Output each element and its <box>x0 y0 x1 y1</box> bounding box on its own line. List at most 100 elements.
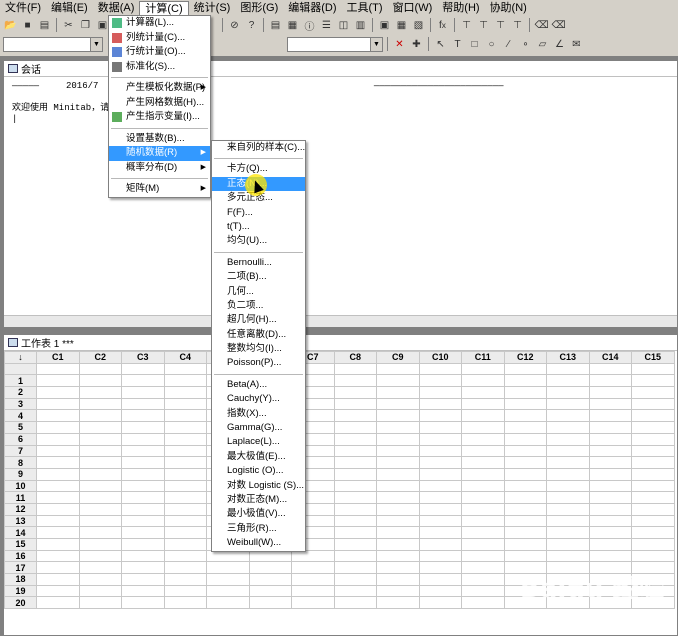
session-output[interactable]: ————— 2016/7 ———————————————————————— 欢迎… <box>4 77 677 129</box>
grid-cell[interactable] <box>546 444 590 458</box>
grid-cell[interactable] <box>461 479 505 493</box>
random-menu-item-28[interactable]: 三角形(R)... <box>212 522 305 536</box>
grid-cell[interactable] <box>206 573 250 586</box>
grid-cell[interactable] <box>503 409 547 423</box>
grid-cell[interactable] <box>461 573 505 586</box>
grid-cell[interactable] <box>78 538 122 551</box>
grid-cell[interactable] <box>461 514 505 528</box>
row-number[interactable]: 6 <box>4 432 37 446</box>
column-name-cell[interactable] <box>588 362 632 376</box>
grid-cell[interactable] <box>418 538 462 551</box>
grid-cell[interactable] <box>503 456 547 469</box>
grid-cell[interactable] <box>376 374 420 388</box>
calc-menu-item-6[interactable]: 产生网格数据(H)... <box>109 96 210 111</box>
grid-cell[interactable] <box>78 456 122 469</box>
calc-menu-item-7[interactable]: 产生指示变量(I)... <box>109 110 210 125</box>
session-horizontal-scrollbar[interactable] <box>4 315 677 327</box>
save-icon[interactable]: ■ <box>20 18 35 33</box>
row-number[interactable]: 18 <box>4 573 37 586</box>
column-header[interactable]: C13 <box>546 351 590 364</box>
grid-cell[interactable] <box>461 386 505 399</box>
menu-4[interactable]: 统计(S) <box>189 0 236 16</box>
calc-menu-item-2[interactable]: 行统计量(O)... <box>109 45 210 60</box>
grid-cell[interactable] <box>333 456 377 469</box>
random-menu-item-19[interactable]: Cauchy(Y)... <box>212 392 305 406</box>
row-number[interactable]: 12 <box>4 502 37 516</box>
grid-cell[interactable] <box>36 421 80 434</box>
help-icon[interactable]: ? <box>244 18 259 33</box>
grid-cell[interactable] <box>588 397 632 411</box>
calc-menu-item-5[interactable]: 产生模板化数据(P) ▶ <box>109 81 210 96</box>
grid-cell[interactable] <box>78 561 122 575</box>
grid-cell[interactable] <box>546 421 590 434</box>
grid-cell[interactable] <box>78 502 122 516</box>
grid-cell[interactable] <box>461 538 505 551</box>
session-window-icon[interactable]: ▤ <box>268 18 283 33</box>
grid-cell[interactable] <box>121 538 165 551</box>
column-name-cell[interactable] <box>418 362 462 376</box>
menu-1[interactable]: 编辑(E) <box>46 0 93 16</box>
column-name-cell[interactable] <box>36 362 80 376</box>
polyline-tool-icon[interactable]: ∠ <box>552 37 567 52</box>
grid-cell[interactable] <box>546 432 590 446</box>
grid-cell[interactable] <box>503 491 547 504</box>
grid-cell[interactable] <box>78 514 122 528</box>
grid-cell[interactable] <box>588 538 632 551</box>
grid-cell[interactable] <box>461 526 505 539</box>
grid-cell[interactable] <box>163 596 207 610</box>
row-number[interactable]: 9 <box>4 467 37 481</box>
menu-6[interactable]: 编辑器(D) <box>283 0 341 16</box>
row-number[interactable]: 15 <box>4 538 37 551</box>
grid-cell[interactable] <box>461 456 505 469</box>
grid-cell[interactable] <box>333 491 377 504</box>
grid-cell[interactable] <box>206 596 250 610</box>
grid-cell[interactable] <box>418 444 462 458</box>
grid-cell[interactable] <box>78 549 122 563</box>
grid-cell[interactable] <box>546 514 590 528</box>
grid-cell[interactable] <box>588 374 632 388</box>
grid-cell[interactable] <box>631 514 675 528</box>
grid-cell[interactable] <box>333 526 377 539</box>
grid-cell[interactable] <box>333 432 377 446</box>
open-icon[interactable]: 📂 <box>3 18 18 33</box>
close-all-graphs-icon[interactable]: ▣ <box>377 18 392 33</box>
grid-cell[interactable] <box>418 561 462 575</box>
worksheet-titlebar[interactable]: 工作表 1 *** <box>4 335 677 351</box>
row-number[interactable]: 7 <box>4 444 37 458</box>
grid-cell[interactable] <box>163 514 207 528</box>
grid-cell[interactable] <box>376 514 420 528</box>
random-menu-item-13[interactable]: 超几何(H)... <box>212 313 305 327</box>
grid-cell[interactable] <box>78 409 122 423</box>
cut-icon[interactable]: ✂ <box>61 18 76 33</box>
grid-cell[interactable] <box>36 444 80 458</box>
grid-cell[interactable] <box>36 561 80 575</box>
select-arrow-icon[interactable]: ↖ <box>433 37 448 52</box>
row-number[interactable]: 2 <box>4 386 37 399</box>
column-header[interactable]: C2 <box>78 351 122 364</box>
column-name-cell[interactable] <box>376 362 420 376</box>
fx-icon[interactable]: fx <box>435 18 450 33</box>
menu-10[interactable]: 协助(N) <box>485 0 532 16</box>
grid-cell[interactable] <box>163 421 207 434</box>
row-number[interactable]: 4 <box>4 409 37 423</box>
grid-cell[interactable] <box>121 573 165 586</box>
grid-cell[interactable] <box>36 397 80 411</box>
grid-cell[interactable] <box>206 584 250 598</box>
grid-cell[interactable] <box>588 421 632 434</box>
row-number[interactable]: 8 <box>4 456 37 469</box>
cancel-icon[interactable]: ⊘ <box>227 18 242 33</box>
grid-cell[interactable] <box>588 456 632 469</box>
random-menu-item-5[interactable]: F(F)... <box>212 206 305 220</box>
grid-cell[interactable] <box>333 386 377 399</box>
column-header[interactable]: C10 <box>418 351 462 364</box>
grid-cell[interactable] <box>631 386 675 399</box>
insert-column-icon[interactable]: ⊤ <box>476 18 491 33</box>
random-menu-item-15[interactable]: 整数均匀(I)... <box>212 342 305 356</box>
grid-cell[interactable] <box>418 502 462 516</box>
text-tool-icon[interactable]: T <box>450 37 465 52</box>
row-number[interactable]: 3 <box>4 397 37 411</box>
grid-cell[interactable] <box>376 467 420 481</box>
grid-cell[interactable] <box>78 374 122 388</box>
row-number[interactable]: 1 <box>4 374 37 388</box>
grid-cell[interactable] <box>546 374 590 388</box>
